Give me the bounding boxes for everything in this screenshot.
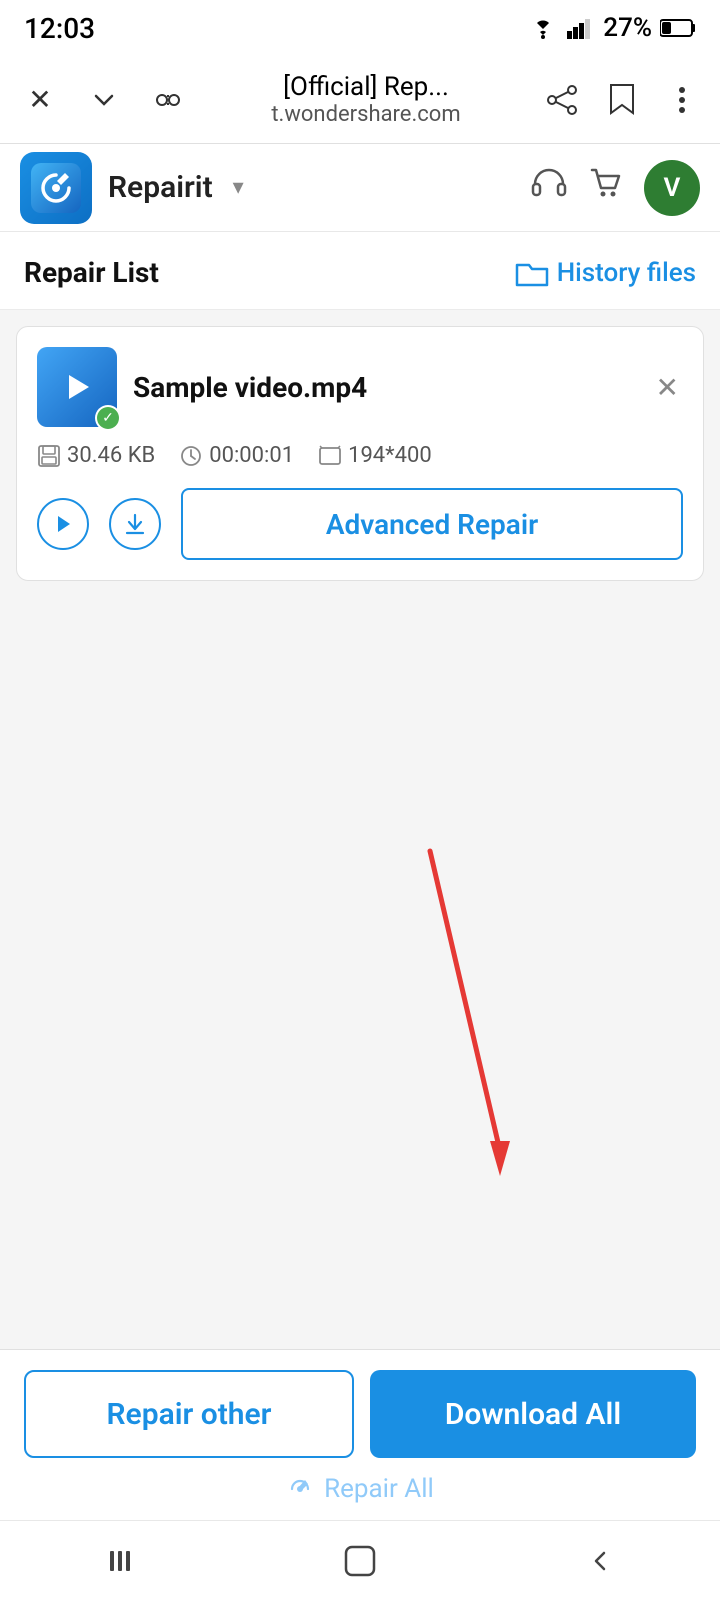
signal-icon (567, 17, 595, 39)
app-name-dropdown-arrow[interactable]: ▾ (233, 175, 244, 200)
status-bar: 12:03 27% (0, 0, 720, 56)
system-menu-button[interactable] (90, 1531, 150, 1591)
more-button[interactable] (660, 78, 704, 122)
browser-title: [Official] Rep... (283, 72, 449, 102)
cart-icon-btn[interactable] (588, 166, 624, 210)
history-files-link[interactable]: History files (515, 258, 696, 288)
file-duration: 00:00:01 (209, 443, 294, 468)
share-button[interactable] (540, 78, 584, 122)
main-content: Repair List History files ✓ Sample video… (0, 232, 720, 1532)
file-actions: Advanced Repair (37, 488, 683, 560)
avatar[interactable]: V (644, 160, 700, 216)
browser-domain: t.wondershare.com (271, 102, 460, 127)
repair-all-row[interactable]: Repair All (24, 1474, 696, 1504)
wifi-icon (527, 17, 559, 39)
file-duration-meta: 00:00:01 (179, 443, 294, 468)
download-button[interactable] (109, 498, 161, 550)
status-time: 12:03 (24, 12, 95, 45)
expand-button[interactable] (80, 76, 128, 124)
app-header: Repairit ▾ V (0, 144, 720, 232)
file-card-header: ✓ Sample video.mp4 ✕ (37, 347, 683, 427)
browser-bar: ✕ [Official] Rep... t.wondershare.com (0, 56, 720, 144)
repair-list-title: Repair List (24, 256, 159, 289)
file-thumbnail: ✓ (37, 347, 117, 427)
app-name: Repairit (108, 170, 213, 205)
app-logo (20, 152, 92, 224)
repair-all-icon (286, 1475, 314, 1503)
play-button[interactable] (37, 498, 89, 550)
system-back-button[interactable] (570, 1531, 630, 1591)
file-resolution: 194*400 (348, 443, 432, 468)
remove-file-button[interactable]: ✕ (652, 367, 683, 408)
file-resolution-meta: 194*400 (318, 443, 432, 468)
bookmark-button[interactable] (600, 78, 644, 122)
arrow-container (0, 841, 720, 1201)
system-nav (0, 1520, 720, 1600)
battery-text: 27% (603, 13, 652, 43)
clock-icon (179, 444, 203, 468)
download-all-label: Download All (445, 1397, 621, 1432)
file-size-meta: 30.46 KB (37, 443, 155, 468)
bottom-buttons: Repair other Download All (24, 1370, 696, 1458)
save-icon (37, 444, 61, 468)
repair-other-button[interactable]: Repair other (24, 1370, 354, 1458)
red-arrow (0, 841, 720, 1201)
close-button[interactable]: ✕ (16, 76, 64, 124)
file-name: Sample video.mp4 (133, 371, 652, 404)
bottom-bar: Repair other Download All Repair All (0, 1349, 720, 1520)
headset-icon-btn[interactable] (530, 165, 568, 211)
history-files-label: History files (557, 258, 696, 288)
play-icon (59, 369, 95, 405)
resolution-icon (318, 444, 342, 468)
advanced-repair-label: Advanced Repair (326, 508, 538, 541)
file-card: ✓ Sample video.mp4 ✕ 30.46 KB (16, 326, 704, 581)
check-circle: ✓ (97, 407, 119, 429)
battery-icon (660, 18, 696, 38)
browser-actions (540, 78, 704, 122)
repair-list-header: Repair List History files (0, 232, 720, 310)
file-size: 30.46 KB (67, 443, 155, 468)
folder-icon (515, 259, 549, 287)
check-badge: ✓ (95, 405, 121, 431)
repairit-logo-svg (31, 163, 81, 213)
tabs-button[interactable] (144, 76, 192, 124)
file-meta: 30.46 KB 00:00:01 194*400 (37, 443, 683, 468)
advanced-repair-button[interactable]: Advanced Repair (181, 488, 683, 560)
repair-all-label: Repair All (324, 1474, 434, 1504)
app-header-right: V (530, 160, 700, 216)
download-all-button[interactable]: Download All (370, 1370, 696, 1458)
repair-other-label: Repair other (107, 1397, 272, 1432)
system-home-button[interactable] (330, 1531, 390, 1591)
browser-url-area: [Official] Rep... t.wondershare.com (208, 72, 524, 127)
status-icons: 27% (527, 13, 696, 43)
